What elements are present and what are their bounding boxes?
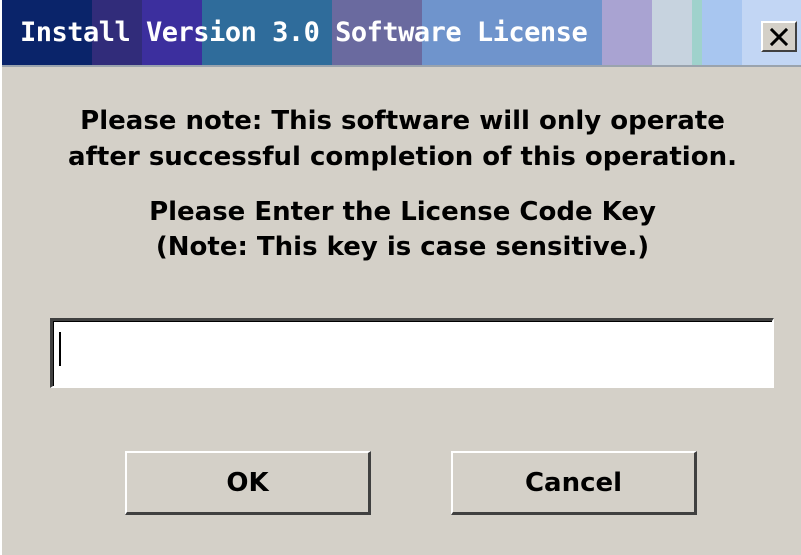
license-dialog: Install Version 3.0 Software License Ple… <box>0 0 801 555</box>
close-icon <box>769 27 789 46</box>
license-key-input[interactable] <box>50 318 774 388</box>
prompt-line-2: (Note: This key is case sensitive.) <box>155 232 650 262</box>
close-button[interactable] <box>761 21 797 52</box>
notice-line-1: Please note: This software will only ope… <box>80 106 725 136</box>
window-title: Install Version 3.0 Software License <box>20 17 588 48</box>
cancel-button[interactable]: Cancel <box>451 451 697 515</box>
notice-line-2: after successful completion of this oper… <box>68 142 737 172</box>
text-cursor <box>59 332 61 366</box>
title-bar[interactable]: Install Version 3.0 Software License <box>2 0 801 67</box>
prompt-line-1: Please Enter the License Code Key <box>149 197 656 227</box>
ok-button[interactable]: OK <box>125 451 371 515</box>
